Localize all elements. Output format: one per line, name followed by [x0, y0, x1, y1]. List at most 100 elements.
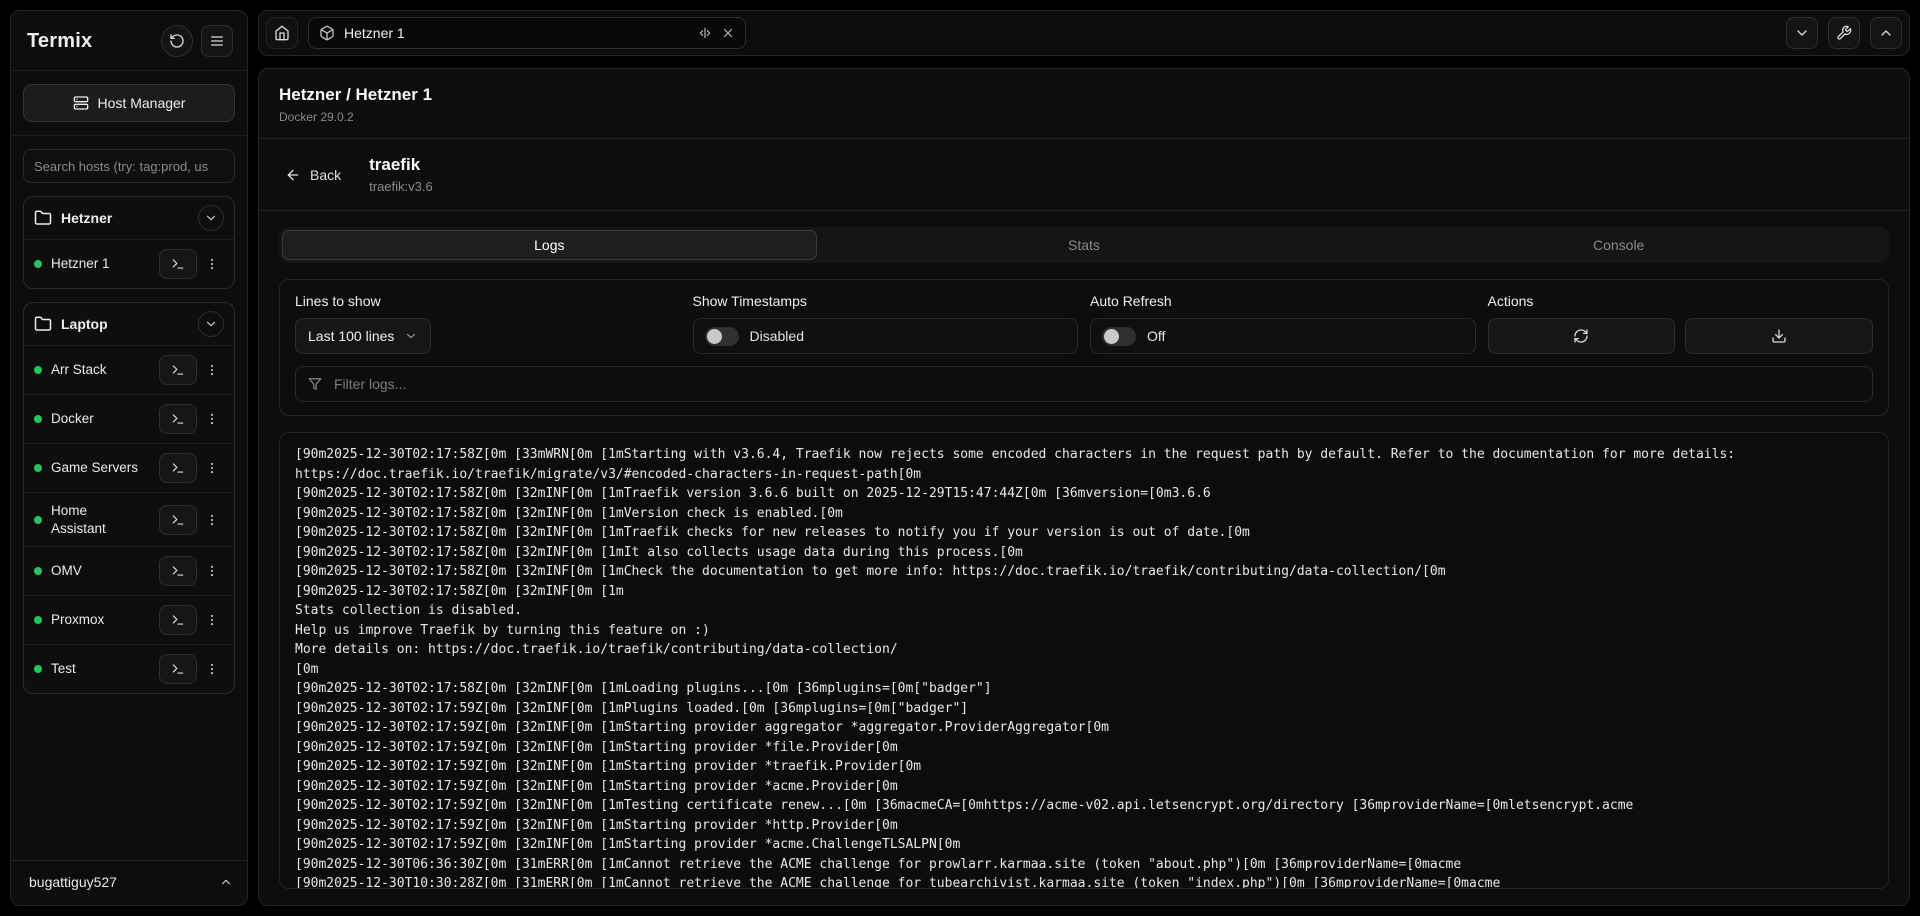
- auto-refresh-value: Off: [1147, 328, 1165, 344]
- host-row[interactable]: Proxmox: [24, 595, 234, 644]
- log-line: [90m2025-12-30T02:17:58Z[0m [32mINF[0m […: [295, 523, 1873, 543]
- actions-label: Actions: [1488, 293, 1874, 309]
- app-root: Termix Host Manager Hetzner: [0, 0, 1920, 916]
- close-tab-button[interactable]: [721, 26, 735, 40]
- group-header[interactable]: Hetzner: [24, 197, 234, 239]
- panel-collapse-button[interactable]: [1786, 17, 1818, 49]
- tab-console[interactable]: Console: [1351, 230, 1886, 260]
- host-menu-button[interactable]: [200, 556, 224, 586]
- open-terminal-button[interactable]: [159, 605, 197, 635]
- terminal-icon: [171, 412, 185, 426]
- refresh-logs-button[interactable]: [1488, 318, 1676, 354]
- open-terminal-button[interactable]: [159, 249, 197, 279]
- host-menu-button[interactable]: [200, 404, 224, 434]
- host-row[interactable]: OMV: [24, 546, 234, 595]
- menu-icon: [209, 33, 225, 49]
- open-terminal-button[interactable]: [159, 556, 197, 586]
- arrow-left-icon: [285, 167, 301, 183]
- host-manager-button[interactable]: Host Manager: [23, 84, 235, 122]
- sidebar-header-actions: [161, 25, 233, 57]
- host-row[interactable]: Home Assistant: [24, 492, 234, 546]
- tab-hetzner-1[interactable]: Hetzner 1: [308, 17, 746, 49]
- open-terminal-button[interactable]: [159, 404, 197, 434]
- more-vertical-icon: [205, 613, 219, 627]
- host-name: Proxmox: [51, 611, 143, 629]
- tools-button[interactable]: [1828, 17, 1860, 49]
- chevron-down-icon: [1794, 25, 1810, 41]
- chevron-down-icon: [204, 317, 218, 331]
- back-button[interactable]: Back: [285, 167, 341, 183]
- more-vertical-icon: [205, 412, 219, 426]
- open-terminal-button[interactable]: [159, 505, 197, 535]
- host-row[interactable]: Game Servers: [24, 443, 234, 492]
- host-search-input[interactable]: [23, 149, 235, 183]
- log-line: [90m2025-12-30T02:17:59Z[0m [32mINF[0m […: [295, 699, 1873, 719]
- host-menu-button[interactable]: [200, 355, 224, 385]
- chevron-up-icon: [219, 875, 233, 889]
- main-area: Hetzner 1 Hetzner / Hetzne: [258, 10, 1910, 906]
- lines-to-show-select[interactable]: Last 100 lines: [295, 318, 431, 354]
- split-view-icon: [698, 26, 712, 40]
- divider: [259, 138, 1909, 139]
- show-timestamps-control: Show Timestamps Disabled: [693, 293, 1079, 354]
- group-header[interactable]: Laptop: [24, 303, 234, 345]
- group-name: Laptop: [61, 316, 189, 332]
- lines-to-show-control: Lines to show Last 100 lines: [295, 293, 681, 354]
- open-terminal-button[interactable]: [159, 453, 197, 483]
- folder-icon: [34, 209, 52, 227]
- open-terminal-button[interactable]: [159, 654, 197, 684]
- more-vertical-icon: [205, 513, 219, 527]
- host-row[interactable]: Docker: [24, 394, 234, 443]
- split-view-button[interactable]: [698, 26, 712, 40]
- log-line: Stats collection is disabled.: [295, 601, 1873, 621]
- filter-logs-box: [295, 366, 1873, 402]
- group-collapse-button[interactable]: [198, 311, 224, 337]
- status-dot: [34, 415, 42, 423]
- breadcrumb: Hetzner / Hetzner 1: [279, 85, 1889, 105]
- show-timestamps-label: Show Timestamps: [693, 293, 1079, 309]
- status-dot: [34, 366, 42, 374]
- host-menu-button[interactable]: [200, 249, 224, 279]
- log-line: [90m2025-12-30T10:30:28Z[0m [31mERR[0m […: [295, 874, 1873, 889]
- user-menu-button[interactable]: [217, 873, 235, 891]
- log-line: [90m2025-12-30T02:17:59Z[0m [32mINF[0m […: [295, 777, 1873, 797]
- log-line: [90m2025-12-30T02:17:58Z[0m [32mINF[0m […: [295, 582, 1873, 602]
- host-name: Game Servers: [51, 459, 143, 477]
- host-row[interactable]: Arr Stack: [24, 345, 234, 394]
- app-title: Termix: [27, 30, 92, 53]
- show-timestamps-toggle[interactable]: [705, 327, 739, 346]
- home-button[interactable]: [266, 17, 298, 49]
- host-row[interactable]: Test: [24, 644, 234, 693]
- open-terminal-button[interactable]: [159, 355, 197, 385]
- host-menu-button[interactable]: [200, 605, 224, 635]
- host-menu-button[interactable]: [200, 505, 224, 535]
- host-menu-button[interactable]: [200, 654, 224, 684]
- rotate-ccw-icon: [169, 33, 185, 49]
- tab-bar: Hetzner 1: [258, 10, 1910, 56]
- download-logs-button[interactable]: [1685, 318, 1873, 354]
- lines-to-show-label: Lines to show: [295, 293, 681, 309]
- auto-refresh-toggle[interactable]: [1102, 327, 1136, 346]
- container-identity: traefik traefik:v3.6: [369, 155, 433, 194]
- status-dot: [34, 665, 42, 673]
- refresh-hosts-button[interactable]: [161, 25, 193, 57]
- log-output[interactable]: [90m2025-12-30T02:17:58Z[0m [33mWRN[0m […: [279, 432, 1889, 889]
- log-line: [90m2025-12-30T06:36:30Z[0m [31mERR[0m […: [295, 855, 1873, 875]
- host-name: Docker: [51, 410, 143, 428]
- group-collapse-button[interactable]: [198, 205, 224, 231]
- sidebar-menu-button[interactable]: [201, 25, 233, 57]
- status-dot: [34, 616, 42, 624]
- filter-logs-input[interactable]: [332, 375, 1860, 393]
- tab-logs[interactable]: Logs: [282, 230, 817, 260]
- more-vertical-icon: [205, 461, 219, 475]
- tab-stats[interactable]: Stats: [817, 230, 1352, 260]
- host-menu-button[interactable]: [200, 453, 224, 483]
- host-row[interactable]: Hetzner 1: [24, 239, 234, 288]
- host-name: Test: [51, 660, 143, 678]
- log-line: [90m2025-12-30T02:17:59Z[0m [32mINF[0m […: [295, 835, 1873, 855]
- panel-expand-button[interactable]: [1870, 17, 1902, 49]
- wrench-icon: [1836, 25, 1852, 41]
- download-icon: [1771, 328, 1787, 344]
- status-dot: [34, 567, 42, 575]
- terminal-icon: [171, 564, 185, 578]
